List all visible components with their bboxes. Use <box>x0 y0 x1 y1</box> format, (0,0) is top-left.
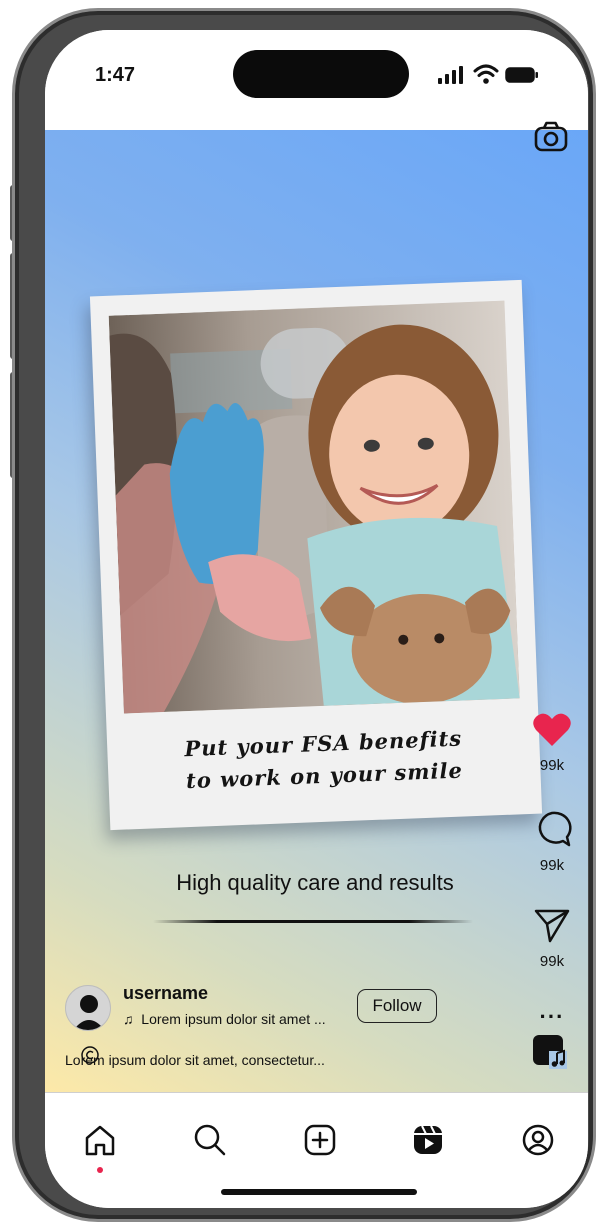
follow-button[interactable]: Follow <box>357 989 437 1023</box>
like-button[interactable]: 99k <box>530 712 574 774</box>
music-note-icon: ♫ <box>123 1011 134 1027</box>
more-options-button[interactable]: ··· <box>530 1004 574 1030</box>
home-indicator <box>221 1189 417 1195</box>
dental-photo <box>108 300 520 714</box>
share-count: 99k <box>539 953 565 970</box>
audio-track-icon[interactable] <box>533 1035 567 1069</box>
tagline: High quality care and results <box>176 870 454 895</box>
status-bar: 1:47 <box>45 30 588 130</box>
active-indicator <box>97 1167 103 1173</box>
home-icon[interactable] <box>83 1123 117 1157</box>
tagline-underline <box>153 920 473 923</box>
reel-video[interactable]: Put your FSA benefits to work on your sm… <box>45 121 588 1092</box>
photo-illustration <box>108 300 520 714</box>
music-info[interactable]: ♫ Lorem ipsum dolor sit amet ... <box>123 1011 326 1027</box>
battery-icon <box>505 67 538 83</box>
reels-icon[interactable] <box>411 1123 445 1157</box>
bottom-nav <box>45 1092 588 1208</box>
like-count: 99k <box>539 757 565 774</box>
heart-icon <box>533 713 571 746</box>
post-description[interactable]: Lorem ipsum dolor sit amet, consectetur.… <box>65 1052 325 1068</box>
polaroid-card: Put your FSA benefits to work on your sm… <box>89 279 543 831</box>
profile-icon[interactable] <box>521 1123 555 1157</box>
dynamic-island <box>233 50 409 98</box>
search-icon[interactable] <box>193 1123 227 1157</box>
comment-icon <box>538 811 572 847</box>
music-title: Lorem ipsum dolor sit amet ... <box>141 1011 326 1027</box>
share-button[interactable]: 99k <box>530 908 574 970</box>
phone-screen: 1:47 Put your FSA benefits to work on yo… <box>45 30 588 1208</box>
username[interactable]: username <box>123 983 208 1004</box>
polaroid-caption: Put your FSA benefits to work on your sm… <box>107 720 541 801</box>
create-icon[interactable] <box>303 1123 337 1157</box>
wifi-icon <box>473 64 499 84</box>
more-icon: ··· <box>539 1004 565 1029</box>
author-row: username ♫ Lorem ipsum dolor sit amet ..… <box>65 983 465 1045</box>
avatar[interactable] <box>65 985 111 1031</box>
camera-icon[interactable] <box>533 118 569 154</box>
avatar-placeholder-icon <box>73 995 105 1030</box>
comment-count: 99k <box>539 857 565 874</box>
status-time: 1:47 <box>95 64 136 86</box>
send-icon <box>534 909 570 943</box>
comment-button[interactable]: 99k <box>530 810 574 874</box>
copyright-icon <box>81 1046 99 1064</box>
signal-icon <box>438 66 463 84</box>
